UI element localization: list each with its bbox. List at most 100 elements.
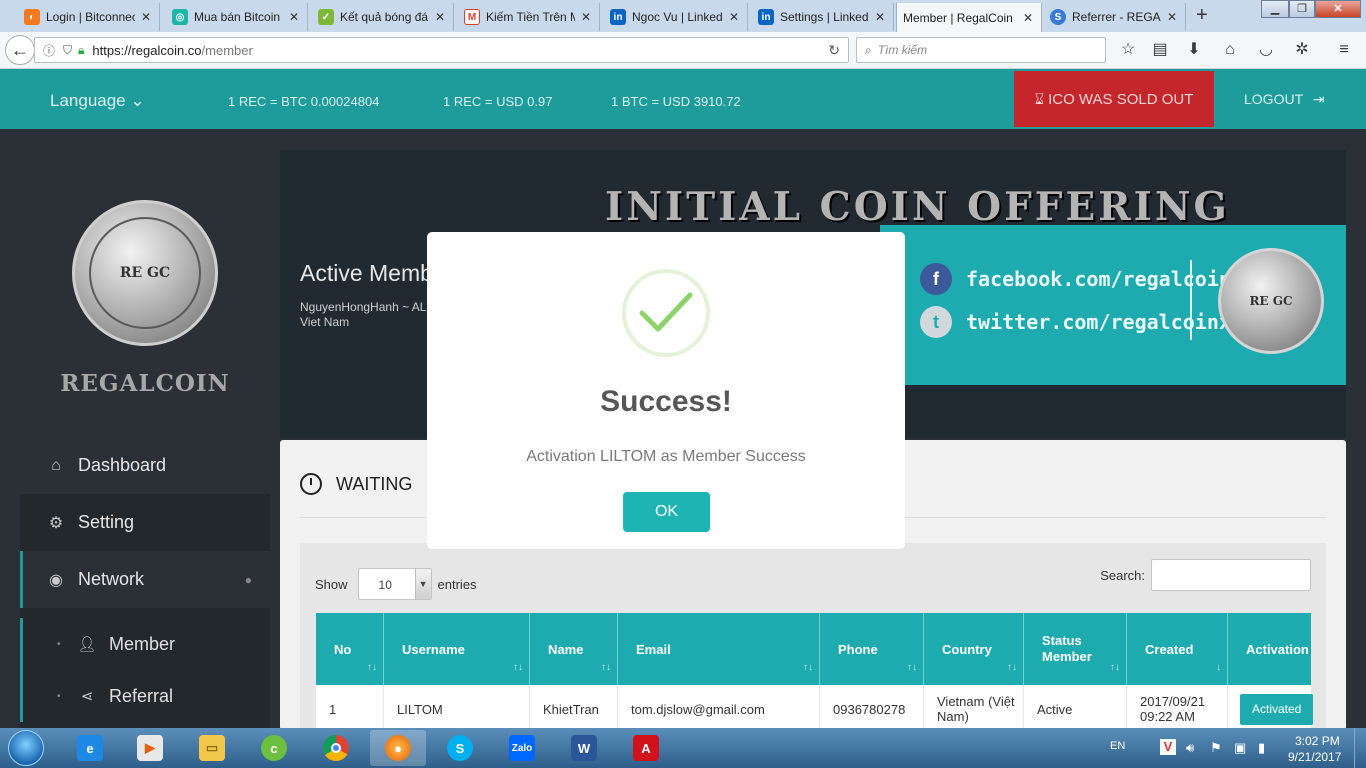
taskbar-chrome[interactable] xyxy=(308,730,364,766)
signal-icon[interactable]: ▮ xyxy=(1258,740,1265,756)
sidebar-subitem-referral[interactable]: • ⋖ Referral xyxy=(20,670,270,722)
info-icon[interactable]: ⓘ xyxy=(43,42,55,59)
logout-label: LOGOUT xyxy=(1244,91,1303,107)
reading-list-icon[interactable]: ▤ xyxy=(1149,39,1171,61)
column-label: Created xyxy=(1145,641,1194,657)
taskbar-file-explorer[interactable]: ▭ xyxy=(184,730,240,766)
tab-title: Mua bán Bitcoin xyxy=(194,10,281,24)
twitter-link[interactable]: t twitter.com/regalcoinx xyxy=(920,306,1231,338)
close-tab-icon[interactable]: ✕ xyxy=(1165,10,1179,24)
column-header-country[interactable]: Country ↑↓ xyxy=(924,613,1024,685)
taskbar-zalo[interactable]: Zalo xyxy=(494,730,550,766)
browser-tab[interactable]: ◐ Login | Bitconnect ✕ xyxy=(18,3,160,31)
taskbar-coc-coc[interactable]: c xyxy=(246,730,302,766)
taskbar-acrobat[interactable]: A xyxy=(618,730,674,766)
sidebar-subitem-member[interactable]: • 👤︎ Member xyxy=(20,618,270,670)
tab-title: Kiếm Tiền Trên Mạng xyxy=(486,10,575,24)
new-tab-button[interactable]: + xyxy=(1196,4,1208,27)
column-header-phone[interactable]: Phone ↑↓ xyxy=(820,613,924,685)
close-window-button[interactable]: ✕ xyxy=(1315,0,1361,18)
checkmark-icon xyxy=(639,292,693,332)
taskbar-firefox[interactable]: ● xyxy=(370,730,426,766)
facebook-icon: f xyxy=(920,263,952,295)
column-header-email[interactable]: Email ↑↓ xyxy=(618,613,820,685)
maximize-button[interactable]: ❐ xyxy=(1289,0,1315,18)
column-header-status[interactable]: Status Member ↑↓ xyxy=(1024,613,1127,685)
close-tab-icon[interactable]: ✕ xyxy=(873,10,887,24)
shield-icon[interactable]: ⛉ xyxy=(63,43,72,58)
browser-tab[interactable]: in Settings | LinkedIn ✕ xyxy=(752,3,894,31)
url-host: https://regalcoin.co xyxy=(92,42,202,58)
minimize-button[interactable]: ▁ xyxy=(1261,0,1289,18)
entries-label: entries xyxy=(437,576,477,592)
column-header-name[interactable]: Name ↑↓ xyxy=(530,613,618,685)
banner-title: INITIAL COIN OFFERING xyxy=(605,184,1230,230)
bookmark-star-icon[interactable]: ☆ xyxy=(1117,39,1139,61)
search-input[interactable]: ⌕ Tìm kiếm xyxy=(856,37,1106,63)
browser-tab-active[interactable]: Member | RegalCoin ✕ xyxy=(896,3,1042,32)
start-button[interactable] xyxy=(8,730,44,766)
browser-tab[interactable]: ✓ Kết quả bóng đá ✕ xyxy=(312,3,454,31)
close-tab-icon[interactable]: ✕ xyxy=(1021,11,1035,25)
download-icon[interactable]: ⬇ xyxy=(1183,39,1205,61)
browser-tab[interactable]: S Referrer - REGALCOIN ✕ xyxy=(1044,3,1186,31)
menu-icon[interactable]: ≡ xyxy=(1333,39,1355,61)
close-tab-icon[interactable]: ✕ xyxy=(433,10,447,24)
bitconnect-icon: ◐ xyxy=(24,9,40,25)
extension-icon[interactable]: ✲ xyxy=(1291,39,1313,61)
close-tab-icon[interactable]: ✕ xyxy=(139,10,153,24)
antivirus-icon[interactable]: V xyxy=(1160,739,1176,755)
sidebar-item-setting[interactable]: ⚙ Setting xyxy=(20,494,270,551)
url-bar[interactable]: ⓘ ⛉ 🔒︎ https://regalcoin.co/member ↻ xyxy=(34,37,849,63)
sort-icon: ↑↓ xyxy=(513,662,523,673)
close-tab-icon[interactable]: ✕ xyxy=(727,10,741,24)
table-search: Search: xyxy=(1100,559,1311,591)
ico-status-button[interactable]: ⌛︎ ICO WAS SOLD OUT xyxy=(1014,71,1214,127)
input-language[interactable]: EN xyxy=(1110,740,1125,752)
sidebar-item-network[interactable]: ◉ Network ● xyxy=(20,551,270,608)
column-header-username[interactable]: Username ↑↓ xyxy=(384,613,530,685)
activated-button[interactable]: Activated xyxy=(1240,693,1314,725)
pocket-icon[interactable]: ◡ xyxy=(1255,39,1277,61)
linkedin-icon: in xyxy=(610,9,626,25)
regalcoin-logo[interactable]: RE GC xyxy=(72,200,218,346)
column-header-no[interactable]: No ↑↓ xyxy=(316,613,384,685)
close-tab-icon[interactable]: ✕ xyxy=(579,10,593,24)
sort-icon: ↑↓ xyxy=(803,662,813,673)
chrome-icon xyxy=(323,735,349,761)
acrobat-icon: A xyxy=(633,735,659,761)
taskbar-internet-explorer[interactable]: e xyxy=(62,730,118,766)
regalcoin-icon: S xyxy=(1050,9,1066,25)
sidebar-item-label: Setting xyxy=(78,512,135,532)
network-icon[interactable]: ▣ xyxy=(1234,740,1246,756)
browser-tab[interactable]: in Ngoc Vu | LinkedIn ✕ xyxy=(604,3,748,31)
taskbar-media-center[interactable]: ▶ xyxy=(122,730,178,766)
browser-tab[interactable]: M Kiếm Tiền Trên Mạng ✕ xyxy=(458,3,600,31)
reload-icon[interactable]: ↻ xyxy=(828,42,840,59)
clock-date[interactable]: 9/21/2017 xyxy=(1288,750,1341,764)
table-header: No ↑↓ Username ↑↓ Name ↑↓ Email ↑↓ Phone ↑↓ C… xyxy=(316,613,1311,685)
entries-select[interactable]: 10 ▼ xyxy=(357,568,432,600)
show-desktop-button[interactable] xyxy=(1354,728,1366,768)
sidebar-item-dashboard[interactable]: ⌂ Dashboard xyxy=(20,437,270,494)
flag-icon[interactable]: ⚑ xyxy=(1210,740,1222,756)
logout-link[interactable]: LOGOUT ⇥ xyxy=(1244,91,1325,108)
ok-button[interactable]: OK xyxy=(623,492,710,532)
browser-tab[interactable]: ◎ Mua bán Bitcoin ✕ xyxy=(166,3,308,31)
column-label: Activation xyxy=(1246,641,1309,657)
close-tab-icon[interactable]: ✕ xyxy=(287,10,301,24)
cell-no: 1 xyxy=(316,685,384,733)
taskbar-word[interactable]: W xyxy=(556,730,612,766)
cell-created: 2017/09/21 09:22 AM xyxy=(1127,685,1228,733)
facebook-link[interactable]: f facebook.com/regalcoin xyxy=(920,263,1231,295)
home-icon[interactable]: ⌂ xyxy=(1219,39,1241,61)
table-search-input[interactable] xyxy=(1151,559,1311,591)
taskbar-skype[interactable]: S xyxy=(432,730,488,766)
column-header-activation[interactable]: Activation xyxy=(1228,613,1311,685)
language-dropdown[interactable]: Language ⌄ xyxy=(50,91,145,111)
clock-time[interactable]: 3:02 PM xyxy=(1295,734,1340,748)
back-button[interactable]: ← xyxy=(5,35,35,65)
column-header-created[interactable]: Created ↓ xyxy=(1127,613,1228,685)
table-row[interactable]: 1 LILTOM KhietTran tom.djslow@gmail.com … xyxy=(316,685,1314,733)
volume-icon[interactable]: 🔊︎ xyxy=(1186,740,1194,756)
